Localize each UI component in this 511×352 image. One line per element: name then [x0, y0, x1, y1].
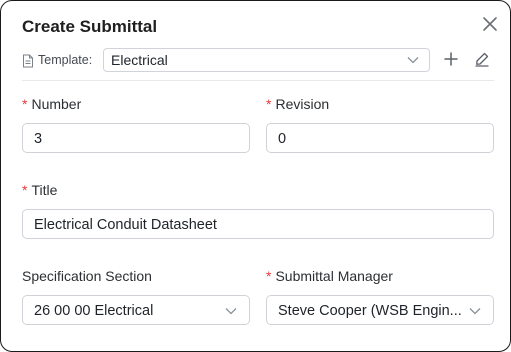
document-icon	[23, 54, 33, 68]
chevron-down-icon	[407, 57, 419, 64]
number-input[interactable]: 3	[22, 123, 250, 153]
revision-value: 0	[278, 131, 287, 147]
number-value: 3	[34, 131, 43, 147]
create-submittal-dialog: Create Submittal Template: Electrical * …	[0, 0, 511, 352]
pencil-icon	[475, 52, 489, 67]
submittal-manager-label: * Submittal Manager	[266, 268, 393, 284]
required-marker: *	[266, 268, 272, 284]
required-marker: *	[22, 96, 28, 112]
chevron-down-icon	[469, 308, 481, 315]
required-marker: *	[22, 182, 28, 198]
template-select[interactable]: Electrical	[103, 48, 430, 72]
dialog-title: Create Submittal	[22, 17, 158, 36]
title-input[interactable]: Electrical Conduit Datasheet	[22, 209, 494, 239]
plus-icon	[444, 52, 458, 66]
divider	[22, 80, 494, 81]
submittal-manager-select[interactable]: Steve Cooper (WSB Engin...	[266, 295, 494, 325]
required-marker: *	[266, 96, 272, 112]
spec-section-label: Specification Section	[22, 268, 152, 284]
template-value: Electrical	[111, 52, 168, 68]
title-label: * Title	[22, 182, 58, 198]
spec-section-value: 26 00 00 Electrical	[34, 303, 154, 319]
close-icon	[483, 17, 497, 31]
close-button[interactable]	[479, 13, 501, 35]
title-value: Electrical Conduit Datasheet	[34, 217, 217, 233]
number-label: * Number	[22, 96, 82, 112]
revision-input[interactable]: 0	[266, 123, 494, 153]
template-label: Template:	[38, 53, 93, 67]
spec-section-select[interactable]: 26 00 00 Electrical	[22, 295, 250, 325]
chevron-down-icon	[225, 308, 237, 315]
edit-template-button[interactable]	[473, 50, 491, 68]
template-row: Template: Electrical	[22, 48, 494, 74]
revision-label: * Revision	[266, 96, 330, 112]
add-template-button[interactable]	[442, 50, 460, 68]
submittal-manager-value: Steve Cooper (WSB Engin...	[278, 303, 462, 319]
